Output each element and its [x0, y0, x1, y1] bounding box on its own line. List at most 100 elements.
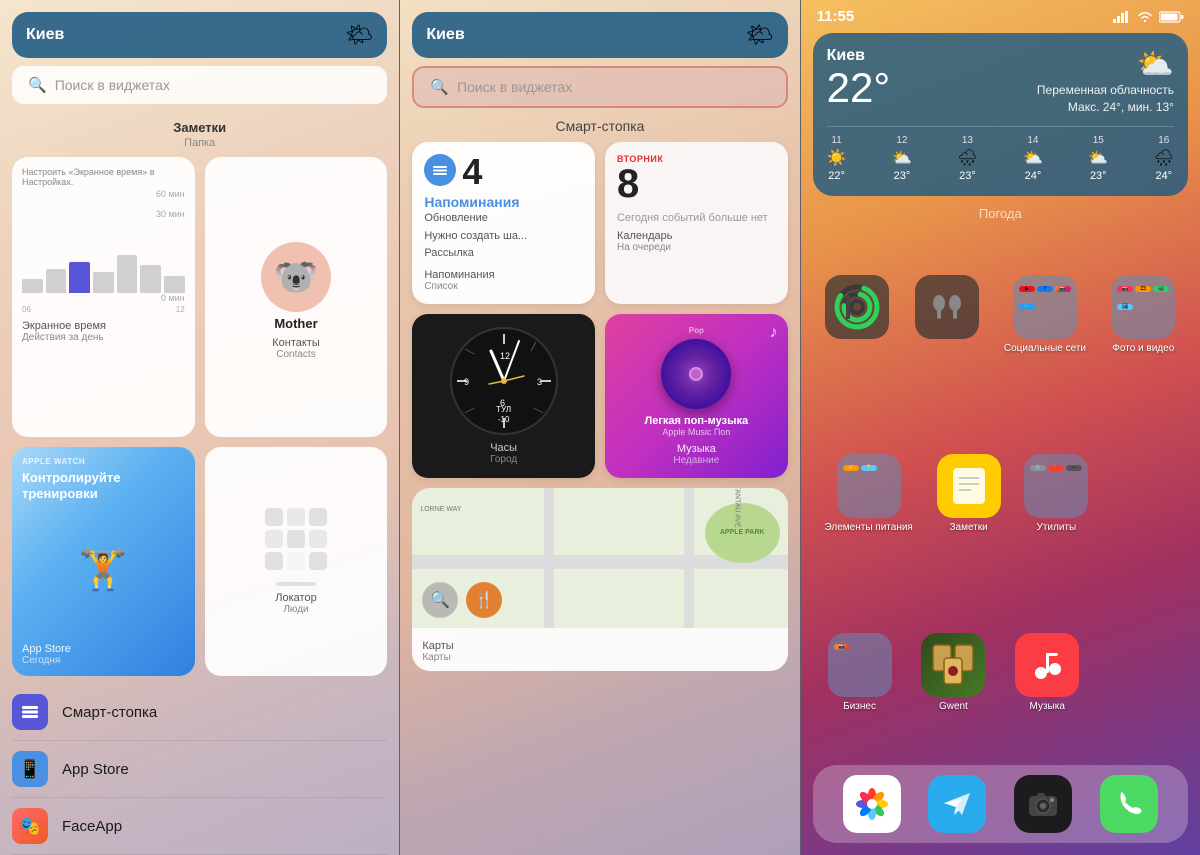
search-bar-2[interactable]: 🔍 Поиск в виджетах — [412, 66, 787, 108]
power-folder-icon: ⚡ 🔋 — [837, 454, 901, 518]
svg-text:3: 3 — [537, 377, 542, 387]
wifi-icon — [1137, 11, 1153, 23]
appstore-label: App Store — [22, 643, 185, 655]
weather-temp: 22° — [827, 67, 891, 109]
contact-avatar: 🐨 — [261, 242, 331, 312]
contacts-sub: Contacts — [215, 349, 378, 360]
faceapp-icon: 🎭 — [12, 808, 48, 844]
music-sub: Apple Music Поп — [662, 427, 730, 437]
list-item-appstore[interactable]: 📱 App Store — [12, 741, 387, 798]
panel-smart-stack: Киев 🌤 🔍 Поиск в виджетах Смарт-стопка 4 — [400, 0, 799, 855]
music-disc — [661, 339, 731, 409]
clock-card[interactable]: 12 6 3 9 ТУЛ -10 Часы Город — [412, 314, 595, 478]
reminders-card[interactable]: 4 Напоминания Обновление Нужно создать ш… — [412, 142, 595, 304]
notes-app-container[interactable]: Заметки — [937, 454, 1001, 533]
appstore-list-icon: 📱 — [12, 751, 48, 787]
music-app-icon — [1015, 633, 1079, 697]
stack-row-1: 4 Напоминания Обновление Нужно создать ш… — [412, 142, 787, 304]
dock-photos[interactable] — [843, 775, 901, 833]
contacts-widget[interactable]: 🐨 Mother Контакты Contacts — [205, 157, 388, 437]
clock-section: Город — [490, 454, 517, 465]
maps-road-v1 — [544, 488, 554, 628]
appstore-list-label: App Store — [62, 761, 129, 778]
forecast-day-0: 11 ☀️ 22° — [827, 135, 847, 182]
rings-container[interactable] — [825, 275, 889, 354]
locator-bar — [276, 582, 316, 586]
photos-svg — [853, 785, 891, 823]
maps-park: APPLE PARK — [705, 503, 780, 563]
music-app-label: Музыка — [1030, 701, 1065, 712]
locator-widget[interactable]: Локатор Люди — [205, 447, 388, 676]
screen-time-sub: Действия за день — [22, 332, 185, 343]
maps-card[interactable]: APPLE PARK LORNE WAY TANTAU AVE 🔍 🍴 Карт… — [412, 488, 787, 671]
appstore-widget[interactable]: APPLE WATCH Контролируйте тренировки 🏋️ … — [12, 447, 195, 676]
airpods-widget — [915, 275, 979, 339]
biz-folder-icon: 📷 — [828, 633, 892, 697]
weather-header-2[interactable]: Киев 🌤 — [412, 12, 787, 58]
utils-folder-label: Утилиты — [1036, 522, 1076, 533]
forecast-day-1: 12 ⛅ 23° — [892, 135, 912, 182]
power-folder-label: Элементы питания — [825, 522, 913, 533]
weather-left: Киев 22° — [827, 47, 891, 109]
forecast-day-3: 14 ⛅ 24° — [1023, 135, 1043, 182]
rings-widget — [825, 275, 889, 339]
maps-street-tantau: TANTAU AVE — [733, 488, 740, 528]
widget-grid-1: Настроить «Экранное время» в Настройках.… — [0, 157, 399, 676]
status-bar: 11:55 — [801, 0, 1200, 29]
photo-folder-icon: 📷 🎞 📹 🖼 — [1111, 275, 1175, 339]
svg-text:12: 12 — [500, 351, 510, 361]
photo-folder-container[interactable]: 📷 🎞 📹 🖼 Фото и видео — [1111, 275, 1175, 354]
maps-search-btn[interactable]: 🔍 — [422, 582, 458, 618]
contact-name: Mother — [215, 316, 378, 331]
forecast-day-5: 16 🌧 24° — [1154, 135, 1174, 182]
gwent-container[interactable]: Gwent — [921, 633, 985, 712]
dock-phone[interactable] — [1100, 775, 1158, 833]
weather-city-large: Киев — [827, 47, 891, 65]
music-card[interactable]: ♪ Pop Легкая поп-музыка Apple Music Поп … — [605, 314, 788, 478]
reminders-section: Список — [424, 281, 583, 292]
weather-city-2: Киев — [426, 26, 464, 44]
maps-footer: Карты Карты — [412, 628, 787, 671]
dock — [813, 765, 1188, 843]
music-note-icon: ♪ — [770, 324, 778, 342]
social-folder-container[interactable]: ▶ f 📷 🐦 Социальные сети — [1004, 275, 1086, 354]
list-item-smart-stack[interactable]: Смарт-стопка — [12, 684, 387, 741]
gwent-svg — [928, 640, 978, 690]
locator-label: Локатор — [275, 592, 316, 604]
music-section: Недавние — [673, 455, 719, 466]
apps-row-2: ⚡ 🔋 Элементы питания — [813, 454, 1188, 533]
search-placeholder-1: Поиск в виджетах — [55, 77, 170, 93]
st-60min: 60 мин — [22, 189, 185, 199]
weather-widget-large[interactable]: Киев 22° ⛅ Переменная облачность Макс. 2… — [813, 33, 1188, 196]
smart-stack-icon — [12, 694, 48, 730]
st-30min: 30 мин — [22, 209, 185, 219]
clock-label: Часы — [490, 442, 517, 454]
maps-bg: APPLE PARK LORNE WAY TANTAU AVE 🔍 🍴 — [412, 488, 787, 628]
reminder-title: Напоминания — [424, 194, 583, 210]
maps-section: Карты — [422, 652, 777, 663]
music-app-svg — [1029, 647, 1065, 683]
music-disc-inner — [689, 367, 703, 381]
dock-telegram[interactable] — [928, 775, 986, 833]
music-app-container[interactable]: Музыка — [1015, 633, 1079, 712]
search-bar-1[interactable]: 🔍 Поиск в виджетах — [12, 66, 387, 104]
phone-svg — [1113, 788, 1145, 820]
notes-app-icon — [937, 454, 1001, 518]
biz-folder-container[interactable]: 📷 Бизнес — [828, 633, 892, 712]
dock-camera[interactable] — [1014, 775, 1072, 833]
list-item-faceapp[interactable]: 🎭 FaceApp — [12, 798, 387, 855]
reminder-count: 4 — [462, 154, 482, 190]
calendar-card[interactable]: ВТОРНИК 8 Сегодня событий больше нет Кал… — [605, 142, 788, 304]
utils-folder-icon: ⚙️ 🔴 — — [1024, 454, 1088, 518]
maps-food-btn[interactable]: 🍴 — [466, 582, 502, 618]
power-folder-container[interactable]: ⚡ 🔋 Элементы питания — [825, 454, 913, 533]
bar-chart — [22, 223, 185, 293]
weather-header-1[interactable]: Киев 🌤 — [12, 12, 387, 58]
airpods-container[interactable] — [915, 275, 979, 354]
forecast-day-2: 13 🌧 23° — [957, 135, 977, 182]
screen-time-widget[interactable]: Настроить «Экранное время» в Настройках.… — [12, 157, 195, 437]
weather-desc2: Макс. 24°, мин. 13° — [1037, 99, 1174, 116]
utils-folder-container[interactable]: ⚙️ 🔴 — Утилиты — [1024, 454, 1088, 533]
clock-city-label: ТУЛ — [496, 405, 511, 414]
screen-time-label: Экранное время — [22, 320, 185, 332]
